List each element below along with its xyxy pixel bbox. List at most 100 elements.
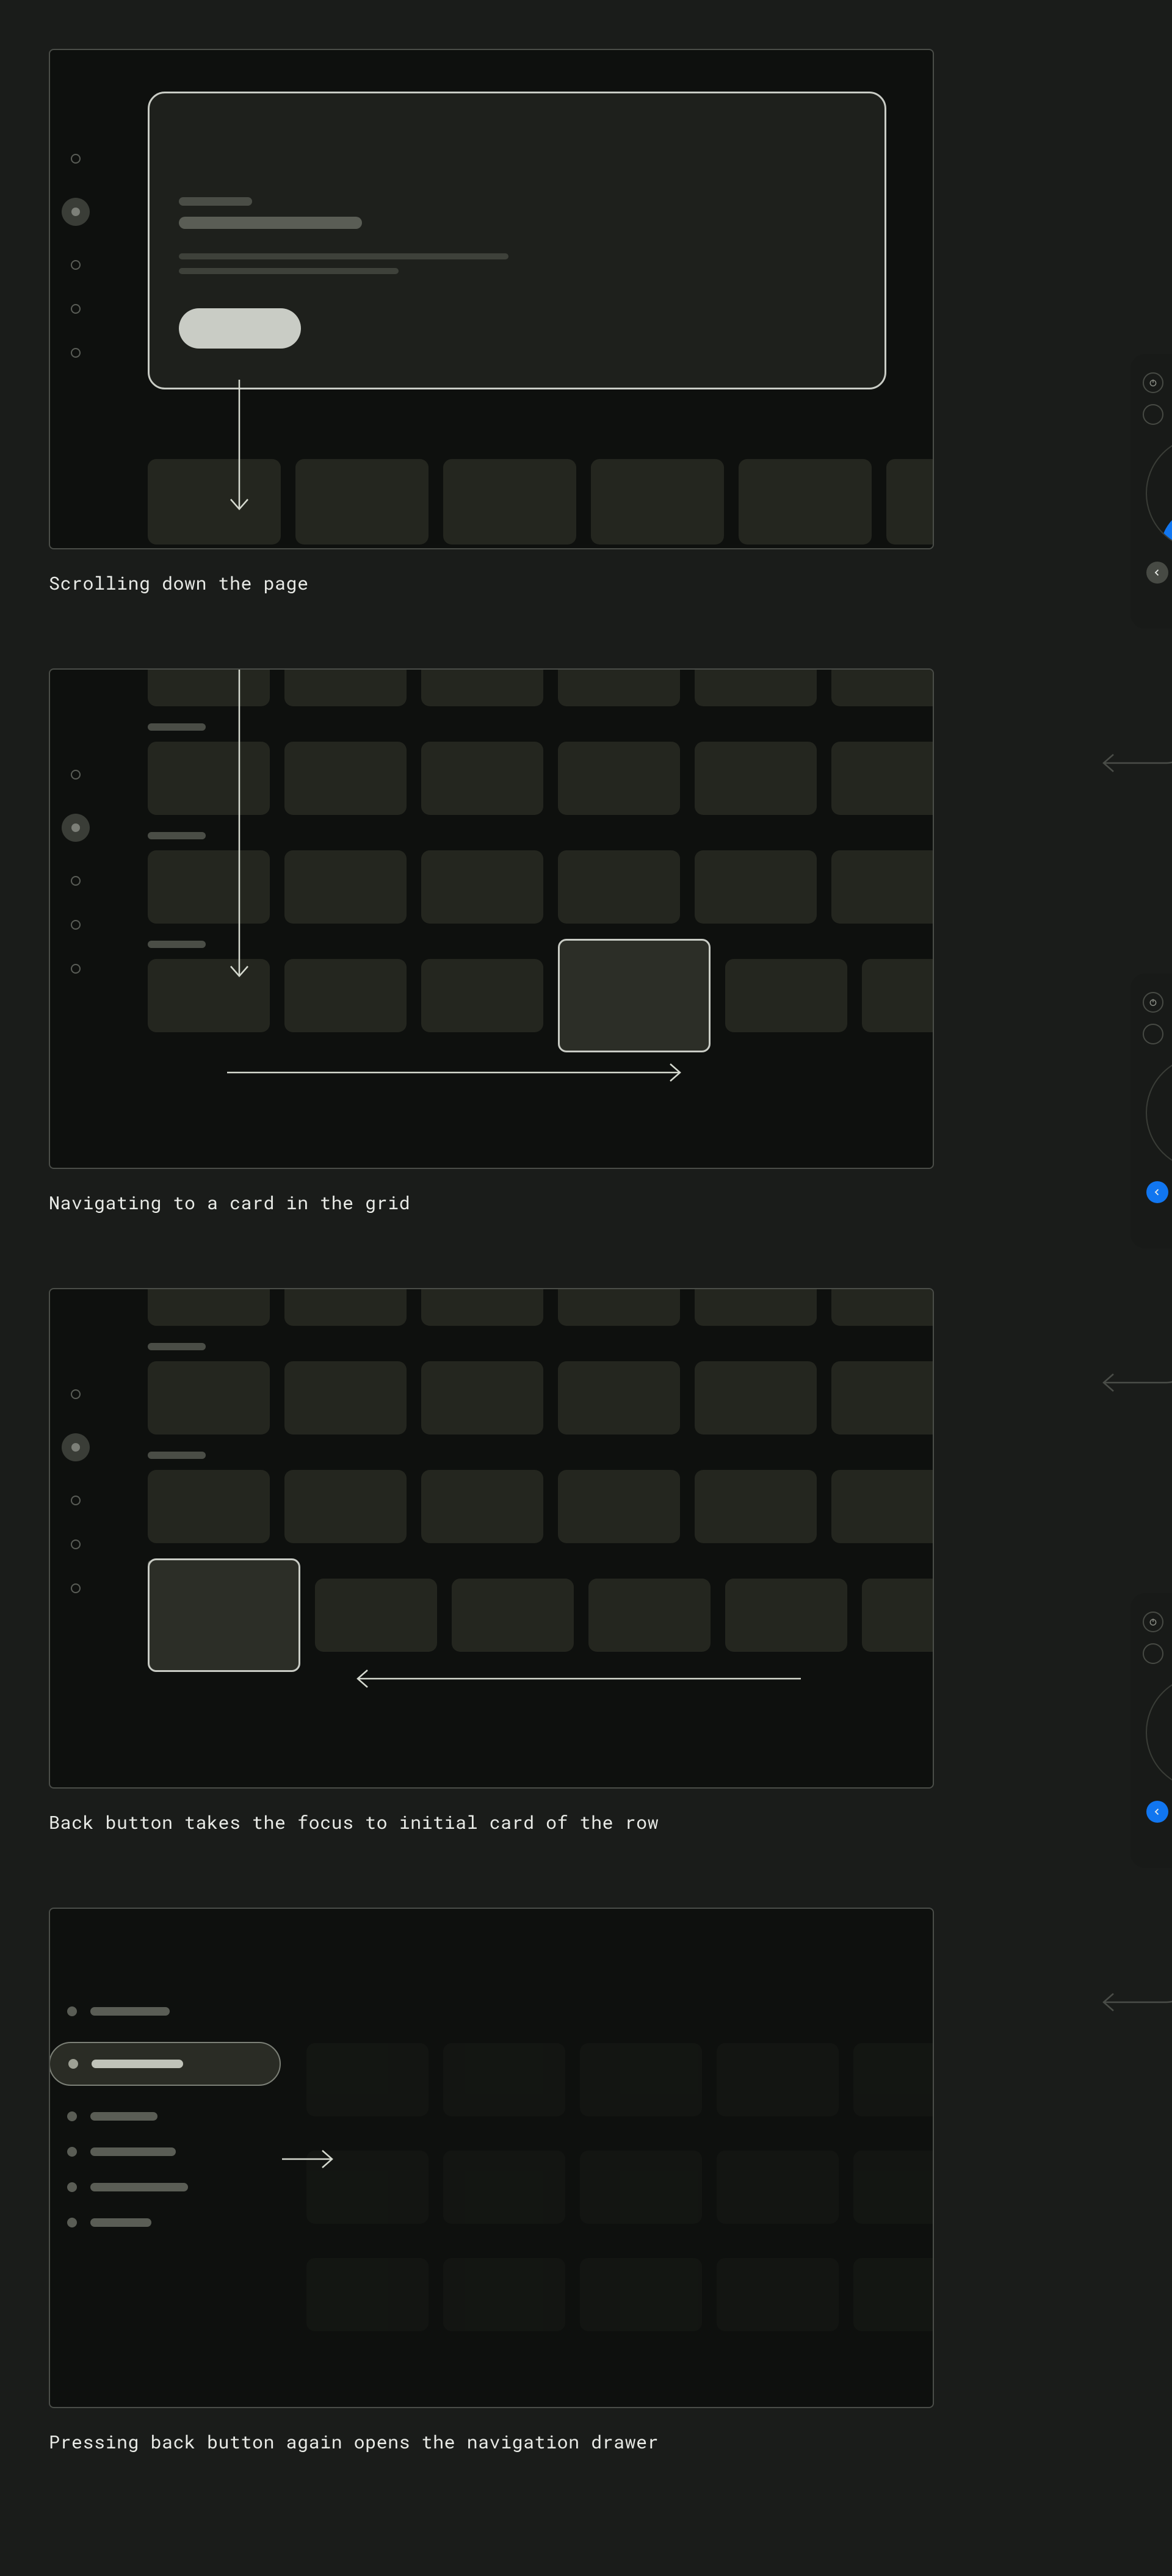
content-card[interactable] xyxy=(725,1579,847,1652)
nav-dot[interactable] xyxy=(71,876,81,886)
content-card[interactable] xyxy=(295,459,429,545)
content-card[interactable] xyxy=(148,742,270,815)
content-card-focused[interactable] xyxy=(558,939,711,1052)
content-card[interactable] xyxy=(558,668,680,706)
nav-dot[interactable] xyxy=(71,770,81,780)
nav-dot[interactable] xyxy=(71,1539,81,1549)
nav-dot-active[interactable] xyxy=(62,814,90,842)
generic-button[interactable] xyxy=(1143,1024,1163,1044)
content-card[interactable] xyxy=(421,668,543,706)
content-card[interactable] xyxy=(831,850,934,924)
drawer-item[interactable] xyxy=(67,2147,281,2157)
content-card[interactable] xyxy=(886,459,934,545)
content-grid xyxy=(148,1288,934,1672)
back-button-highlighted[interactable] xyxy=(1146,1181,1168,1203)
nav-dot-active[interactable] xyxy=(62,198,90,226)
drawer-item[interactable] xyxy=(67,2182,281,2192)
content-card[interactable] xyxy=(421,742,543,815)
content-card xyxy=(580,2151,702,2224)
power-button[interactable] xyxy=(1143,372,1163,393)
content-card[interactable] xyxy=(421,850,543,924)
remote-control xyxy=(1130,1593,1172,1868)
drawer-item[interactable] xyxy=(67,2006,281,2016)
content-card[interactable] xyxy=(443,459,576,545)
content-card[interactable] xyxy=(284,1470,407,1543)
drawer-item-label-placeholder xyxy=(92,2060,183,2068)
dpad-down-highlighted[interactable] xyxy=(1160,507,1172,551)
back-button-highlighted[interactable] xyxy=(1146,1801,1168,1823)
content-card xyxy=(853,2151,934,2224)
content-card[interactable] xyxy=(831,1470,934,1543)
content-card[interactable] xyxy=(591,459,724,545)
side-nav-dots xyxy=(71,1389,90,1593)
content-card[interactable] xyxy=(148,668,270,706)
content-card[interactable] xyxy=(695,850,817,924)
content-row xyxy=(148,1288,934,1326)
nav-dot[interactable] xyxy=(71,1583,81,1593)
nav-dot-active[interactable] xyxy=(62,1433,90,1461)
dpad[interactable] xyxy=(1146,1055,1172,1170)
drawer-item[interactable] xyxy=(67,2218,281,2227)
content-card[interactable] xyxy=(148,1288,270,1326)
content-card[interactable] xyxy=(695,1288,817,1326)
content-card[interactable] xyxy=(148,850,270,924)
nav-dot[interactable] xyxy=(71,1389,81,1399)
content-card[interactable] xyxy=(421,1470,543,1543)
drawer-item-selected[interactable] xyxy=(49,2042,281,2086)
nav-dot[interactable] xyxy=(71,1496,81,1505)
content-card[interactable] xyxy=(148,1361,270,1435)
generic-button[interactable] xyxy=(1143,404,1163,425)
content-card[interactable] xyxy=(558,850,680,924)
content-card[interactable] xyxy=(831,1288,934,1326)
content-card[interactable] xyxy=(421,1288,543,1326)
content-card[interactable] xyxy=(695,668,817,706)
content-card[interactable] xyxy=(558,742,680,815)
drawer-item[interactable] xyxy=(67,2111,281,2121)
content-card xyxy=(306,2258,429,2331)
content-card[interactable] xyxy=(284,850,407,924)
content-card[interactable] xyxy=(284,742,407,815)
content-card[interactable] xyxy=(148,459,281,545)
content-card[interactable] xyxy=(588,1579,711,1652)
content-card[interactable] xyxy=(695,742,817,815)
back-button[interactable] xyxy=(1146,562,1168,584)
arrow-down-icon xyxy=(227,380,251,520)
content-card[interactable] xyxy=(695,1470,817,1543)
content-card[interactable] xyxy=(315,1579,437,1652)
content-card[interactable] xyxy=(558,1361,680,1435)
content-card[interactable] xyxy=(421,959,543,1032)
content-card[interactable] xyxy=(284,668,407,706)
nav-dot[interactable] xyxy=(71,964,81,974)
nav-dot[interactable] xyxy=(71,348,81,358)
hero-featured-card[interactable] xyxy=(148,92,886,389)
content-card-focused[interactable] xyxy=(148,1558,300,1672)
content-card[interactable] xyxy=(862,1579,934,1652)
content-card[interactable] xyxy=(284,1361,407,1435)
dpad[interactable] xyxy=(1146,436,1172,551)
nav-dot[interactable] xyxy=(71,920,81,930)
content-card[interactable] xyxy=(725,959,847,1032)
nav-dot[interactable] xyxy=(71,304,81,314)
content-card[interactable] xyxy=(831,742,934,815)
content-card[interactable] xyxy=(284,1288,407,1326)
dpad[interactable] xyxy=(1146,1675,1172,1790)
power-button[interactable] xyxy=(1143,992,1163,1013)
content-card[interactable] xyxy=(558,1470,680,1543)
power-button[interactable] xyxy=(1143,1612,1163,1632)
content-card[interactable] xyxy=(739,459,872,545)
tv-frame-3 xyxy=(49,1288,934,1789)
content-card[interactable] xyxy=(452,1579,574,1652)
content-card[interactable] xyxy=(862,959,934,1032)
nav-dot[interactable] xyxy=(71,154,81,164)
content-card[interactable] xyxy=(284,959,407,1032)
content-card[interactable] xyxy=(558,1288,680,1326)
content-card[interactable] xyxy=(421,1361,543,1435)
content-card[interactable] xyxy=(148,1470,270,1543)
nav-dot[interactable] xyxy=(71,260,81,270)
content-card[interactable] xyxy=(148,959,270,1032)
hero-cta-button[interactable] xyxy=(179,308,301,349)
content-card[interactable] xyxy=(831,668,934,706)
content-card[interactable] xyxy=(831,1361,934,1435)
generic-button[interactable] xyxy=(1143,1643,1163,1664)
content-card[interactable] xyxy=(695,1361,817,1435)
